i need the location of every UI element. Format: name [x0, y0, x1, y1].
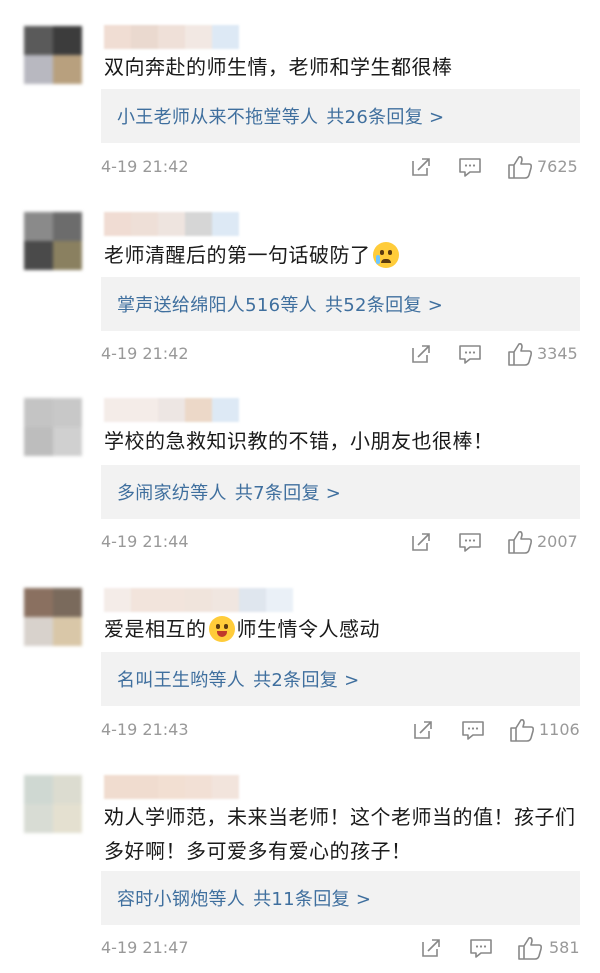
comment-text: 学校的急救知识教的不错，小朋友也很棒！ [104, 429, 494, 453]
avatar[interactable] [24, 26, 82, 84]
timestamp: 4-19 21:42 [101, 157, 189, 176]
thumbs-up-icon[interactable] [516, 934, 544, 962]
reply-users: 掌声送给绵阳人516等人 [117, 295, 317, 316]
comment-icon[interactable] [456, 528, 484, 556]
timestamp: 4-19 21:43 [101, 720, 189, 739]
comment-meta: 4-19 21:42 3345 [101, 340, 581, 370]
reply-count: 共52条回复 > [324, 295, 444, 316]
username-blurred[interactable] [104, 775, 239, 799]
username-blurred[interactable] [104, 398, 239, 422]
reply-users: 多闹家纺等人 [117, 483, 227, 504]
like-count: 2007 [537, 532, 578, 551]
username-blurred[interactable] [104, 588, 293, 612]
thumbs-up-icon[interactable] [506, 340, 534, 368]
grinning-face-emoji [208, 616, 235, 642]
thumbs-up-icon[interactable] [506, 153, 534, 181]
thumbs-up-icon[interactable] [506, 528, 534, 556]
comment-icon[interactable] [459, 716, 487, 744]
avatar[interactable] [24, 212, 82, 270]
replies-link[interactable]: 多闹家纺等人 共7条回复 > [101, 465, 580, 519]
avatar[interactable] [24, 398, 82, 456]
timestamp: 4-19 21:44 [101, 532, 189, 551]
like-count: 3345 [537, 344, 578, 363]
like-count: 581 [549, 938, 580, 957]
replies-link[interactable]: 名叫王生哟等人 共2条回复 > [101, 652, 580, 706]
reply-count: 共2条回复 > [253, 670, 360, 691]
comment-meta: 4-19 21:43 1106 [101, 716, 581, 746]
share-icon[interactable] [407, 528, 435, 556]
comment-text: 双向奔赴的师生情，老师和学生都很棒 [104, 55, 453, 79]
like-count: 1106 [539, 720, 580, 739]
replies-link[interactable]: 掌声送给绵阳人516等人 共52条回复 > [101, 277, 580, 331]
share-icon[interactable] [417, 934, 445, 962]
comment-meta: 4-19 21:42 7625 [101, 153, 581, 183]
reply-users: 小王老师从来不拖堂等人 [117, 107, 319, 128]
avatar[interactable] [24, 775, 82, 833]
username-blurred[interactable] [104, 25, 239, 49]
share-icon[interactable] [409, 716, 437, 744]
replies-link[interactable]: 容时小钢炮等人 共11条回复 > [101, 871, 580, 925]
crying-face-emoji [372, 242, 399, 268]
comment-text: 爱是相互的 师生情令人感动 [104, 616, 380, 642]
avatar[interactable] [24, 588, 82, 646]
share-icon[interactable] [407, 340, 435, 368]
reply-users: 容时小钢炮等人 [117, 889, 246, 910]
reply-users: 名叫王生哟等人 [117, 670, 246, 691]
reply-count: 共7条回复 > [234, 483, 342, 504]
comment-icon[interactable] [456, 340, 484, 368]
comment-meta: 4-19 21:47 581 [101, 934, 581, 964]
timestamp: 4-19 21:47 [101, 938, 189, 957]
share-icon[interactable] [407, 153, 435, 181]
comment-meta: 4-19 21:44 2007 [101, 528, 581, 558]
reply-count: 共11条回复 > [253, 889, 372, 910]
like-count: 7625 [537, 157, 578, 176]
comment-text: 劝人学师范，未来当老师！这个老师当的值！孩子们多好啊！多可爱多有爱心的孩子！ [104, 805, 576, 863]
replies-link[interactable]: 小王老师从来不拖堂等人 共26条回复 > [101, 89, 580, 143]
comment-icon[interactable] [456, 153, 484, 181]
thumbs-up-icon[interactable] [508, 716, 536, 744]
reply-count: 共26条回复 > [326, 107, 445, 128]
timestamp: 4-19 21:42 [101, 344, 189, 363]
comment-icon[interactable] [467, 934, 495, 962]
username-blurred[interactable] [104, 212, 239, 236]
comment-text: 老师清醒后的第一句话破防了 [104, 238, 584, 272]
